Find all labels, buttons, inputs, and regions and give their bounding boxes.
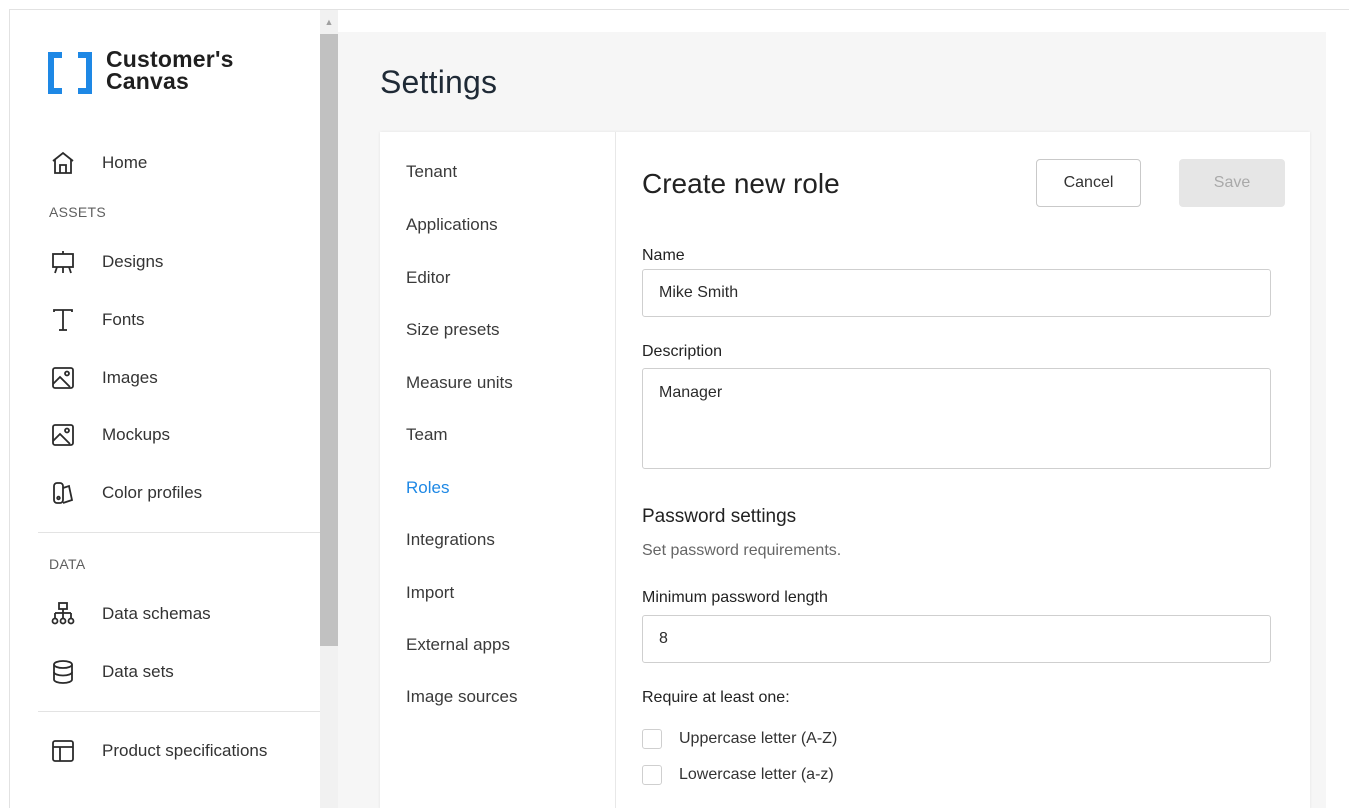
- image-icon: [50, 365, 76, 391]
- hierarchy-icon: [50, 601, 76, 627]
- settings-nav-size-presets[interactable]: Size presets: [406, 320, 500, 340]
- swatch-icon: [50, 480, 76, 506]
- image-icon: [50, 422, 76, 448]
- settings-nav: Tenant Applications Editor Size presets …: [380, 132, 616, 808]
- logo[interactable]: Customer's Canvas: [48, 46, 234, 94]
- password-settings-description: Set password requirements.: [642, 542, 842, 559]
- sidebar: Customer's Canvas Home ASSETS Designs Fo…: [10, 10, 320, 808]
- sidebar-item-home[interactable]: Home: [50, 147, 147, 179]
- app-window: Customer's Canvas Home ASSETS Designs Fo…: [9, 9, 1349, 808]
- font-icon: [50, 307, 76, 333]
- min-length-label: Minimum password length: [642, 589, 828, 606]
- settings-nav-team[interactable]: Team: [406, 425, 448, 445]
- page-title: Settings: [380, 64, 498, 100]
- min-length-field[interactable]: 8: [642, 615, 1271, 663]
- layout-icon: [50, 738, 76, 764]
- settings-nav-integrations[interactable]: Integrations: [406, 530, 495, 550]
- sidebar-divider: [38, 532, 320, 533]
- settings-nav-external-apps[interactable]: External apps: [406, 635, 510, 655]
- sidebar-item-fonts[interactable]: Fonts: [50, 304, 145, 336]
- checkbox-uppercase[interactable]: Uppercase letter (A-Z): [642, 729, 837, 749]
- save-button[interactable]: Save: [1179, 159, 1285, 207]
- checkbox-lowercase[interactable]: Lowercase letter (a-z): [642, 765, 834, 785]
- sidebar-item-label: Fonts: [102, 310, 145, 329]
- section-label-data: DATA: [49, 556, 86, 572]
- logo-line1: Customer's: [106, 46, 234, 72]
- name-field[interactable]: Mike Smith: [642, 269, 1271, 317]
- home-icon: [50, 150, 76, 176]
- sidebar-item-label: Mockups: [102, 425, 171, 444]
- logo-text: Customer's Canvas: [106, 46, 234, 94]
- sidebar-divider: [38, 711, 320, 712]
- settings-nav-editor[interactable]: Editor: [406, 268, 450, 288]
- easel-icon: [50, 249, 76, 275]
- settings-nav-applications[interactable]: Applications: [406, 215, 498, 235]
- sidebar-item-label: Data schemas: [102, 604, 211, 623]
- sidebar-item-designs[interactable]: Designs: [50, 246, 163, 278]
- checkbox-label: Lowercase letter (a-z): [679, 766, 834, 783]
- require-label: Require at least one:: [642, 689, 790, 706]
- sidebar-item-label: Product specifications: [102, 741, 268, 760]
- sidebar-item-mockups[interactable]: Mockups: [50, 419, 170, 451]
- sidebar-item-data-schemas[interactable]: Data schemas: [50, 598, 211, 630]
- description-field[interactable]: Manager: [642, 368, 1271, 469]
- logo-mark-icon: [48, 52, 92, 94]
- sidebar-item-label: Home: [102, 153, 148, 172]
- password-settings-title: Password settings: [642, 506, 797, 527]
- cancel-button[interactable]: Cancel: [1036, 159, 1141, 207]
- sidebar-item-label: Designs: [102, 252, 164, 271]
- section-label-assets: ASSETS: [49, 204, 107, 220]
- logo-line2: Canvas: [106, 68, 190, 94]
- sidebar-item-data-sets[interactable]: Data sets: [50, 656, 174, 688]
- scroll-thumb[interactable]: [320, 34, 338, 646]
- sidebar-item-label: Data sets: [102, 662, 174, 681]
- settings-nav-tenant[interactable]: Tenant: [406, 162, 457, 182]
- checkbox-box[interactable]: [642, 765, 662, 785]
- sidebar-item-label: Color profiles: [102, 483, 203, 502]
- settings-nav-roles[interactable]: Roles: [406, 478, 449, 498]
- sidebar-item-product-specifications[interactable]: Product specifications: [50, 735, 267, 767]
- form-title: Create new role: [642, 168, 840, 199]
- settings-nav-measure-units[interactable]: Measure units: [406, 373, 513, 393]
- sidebar-scrollbar[interactable]: ▲: [320, 10, 338, 808]
- sidebar-item-label: Images: [102, 368, 158, 387]
- description-label: Description: [642, 343, 723, 360]
- checkbox-label: Uppercase letter (A-Z): [679, 730, 838, 747]
- scroll-up-arrow-icon[interactable]: ▲: [320, 14, 338, 30]
- name-label: Name: [642, 247, 685, 264]
- main-content: Settings Tenant Applications Editor Size…: [338, 32, 1326, 808]
- settings-nav-import[interactable]: Import: [406, 583, 454, 603]
- settings-nav-image-sources[interactable]: Image sources: [406, 687, 518, 707]
- settings-card: Tenant Applications Editor Size presets …: [380, 132, 1310, 808]
- database-icon: [50, 659, 76, 685]
- sidebar-item-color-profiles[interactable]: Color profiles: [50, 477, 202, 509]
- create-role-form: Create new role Cancel Save Name Mike Sm…: [616, 132, 1310, 808]
- checkbox-box[interactable]: [642, 729, 662, 749]
- sidebar-item-images[interactable]: Images: [50, 362, 158, 394]
